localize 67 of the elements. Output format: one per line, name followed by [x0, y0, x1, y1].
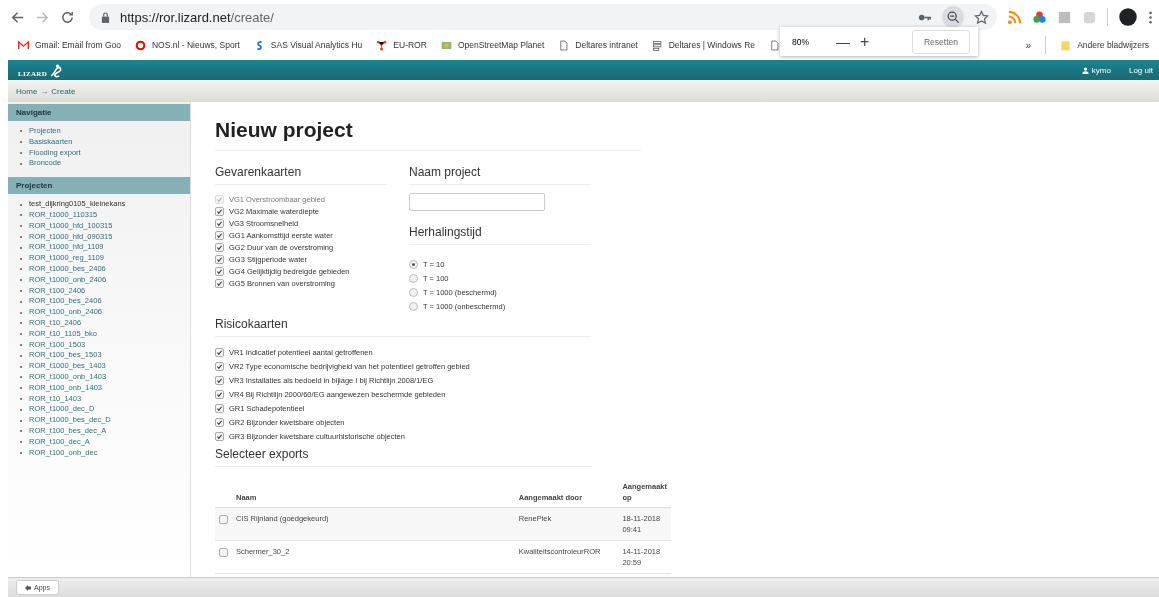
- checkbox[interactable]: [215, 206, 224, 216]
- checkbox[interactable]: [215, 266, 224, 276]
- row-checkbox[interactable]: [219, 548, 228, 557]
- user-link[interactable]: kymo: [1081, 65, 1111, 75]
- section-heading: Risicokaarten: [215, 317, 591, 337]
- breadcrumb-separator: →: [40, 86, 49, 96]
- checkbox[interactable]: [215, 375, 224, 385]
- section-heading: Selecteer exports: [215, 447, 591, 467]
- reset-button[interactable]: Resetten: [911, 29, 970, 54]
- profile-avatar-icon[interactable]: [1118, 7, 1138, 27]
- arrow-left-icon: [25, 584, 31, 591]
- zoom-icon[interactable]: [942, 6, 964, 28]
- reload-icon[interactable]: [60, 9, 75, 25]
- section-heading: Gevarenkaarten: [215, 165, 387, 185]
- bookmark[interactable]: [769, 39, 781, 51]
- checkbox[interactable]: [215, 218, 224, 228]
- ring-icon: [134, 39, 146, 51]
- star-icon[interactable]: [974, 9, 989, 25]
- checkbox[interactable]: [215, 347, 224, 357]
- checkbox[interactable]: [215, 242, 224, 252]
- checkbox[interactable]: [215, 230, 224, 240]
- breadcrumb-link[interactable]: Create: [51, 86, 76, 96]
- url-text: https://ror.lizard.net/create/: [120, 9, 274, 25]
- folder-icon: [1060, 39, 1072, 51]
- document-icon: [558, 39, 570, 51]
- bookmark[interactable]: EU-ROR: [376, 39, 427, 51]
- section-heading: Naam project: [409, 165, 591, 185]
- bookmark-folder[interactable]: Andere bladwijzers: [1060, 39, 1149, 51]
- bookmark[interactable]: SAS Visual Analytics Hu: [253, 39, 363, 51]
- checkbox[interactable]: [215, 431, 224, 441]
- checkbox[interactable]: [215, 278, 224, 288]
- section-heading: Herhalingstijd: [409, 225, 591, 245]
- checkbox[interactable]: [215, 403, 224, 413]
- checkbox[interactable]: [215, 389, 224, 399]
- menu-icon[interactable]: [1148, 9, 1153, 25]
- checkbox[interactable]: [215, 417, 224, 427]
- user-icon: [1081, 66, 1089, 74]
- radio-button[interactable]: [409, 287, 418, 297]
- color-wheel-icon[interactable]: [1032, 9, 1047, 25]
- bookmark[interactable]: NOS.nl - Nieuws, Sport: [134, 39, 240, 51]
- page-title: Nieuw project: [215, 118, 641, 151]
- nodes-icon: [376, 39, 388, 51]
- zoom-out-button[interactable]: —: [832, 33, 854, 50]
- bookmark[interactable]: OpenStreetMap Planet: [440, 39, 545, 51]
- radio-button[interactable]: [409, 259, 418, 269]
- server-icon: [651, 39, 663, 51]
- radio-button[interactable]: [409, 273, 418, 283]
- row-checkbox[interactable]: [219, 515, 228, 524]
- bookmark[interactable]: Deltares intranet: [558, 39, 638, 51]
- zoom-level: 80%: [791, 36, 810, 47]
- sidebar-heading: Navigatie: [8, 104, 190, 121]
- project-name-field[interactable]: [409, 193, 545, 211]
- bookmark[interactable]: Gmail: Email from Goo: [18, 39, 121, 51]
- document-icon: [769, 39, 781, 51]
- logout-link[interactable]: Log uit: [1128, 65, 1153, 75]
- radio-button[interactable]: [409, 301, 418, 311]
- checkbox[interactable]: [215, 361, 224, 371]
- breadcrumb-link[interactable]: Home: [16, 86, 38, 96]
- address-bar[interactable]: https://ror.lizard.net/create/: [89, 4, 997, 30]
- map-icon: [440, 39, 452, 51]
- checkbox[interactable]: [215, 254, 224, 264]
- mail-icon: [18, 39, 29, 51]
- bookmark[interactable]: Deltares | Windows Re: [651, 39, 756, 51]
- sidebar-heading: Projecten: [8, 177, 190, 195]
- bookmarks-overflow[interactable]: »: [1025, 39, 1032, 51]
- lock-icon: [101, 11, 110, 23]
- zoom-in-button[interactable]: +: [856, 32, 874, 51]
